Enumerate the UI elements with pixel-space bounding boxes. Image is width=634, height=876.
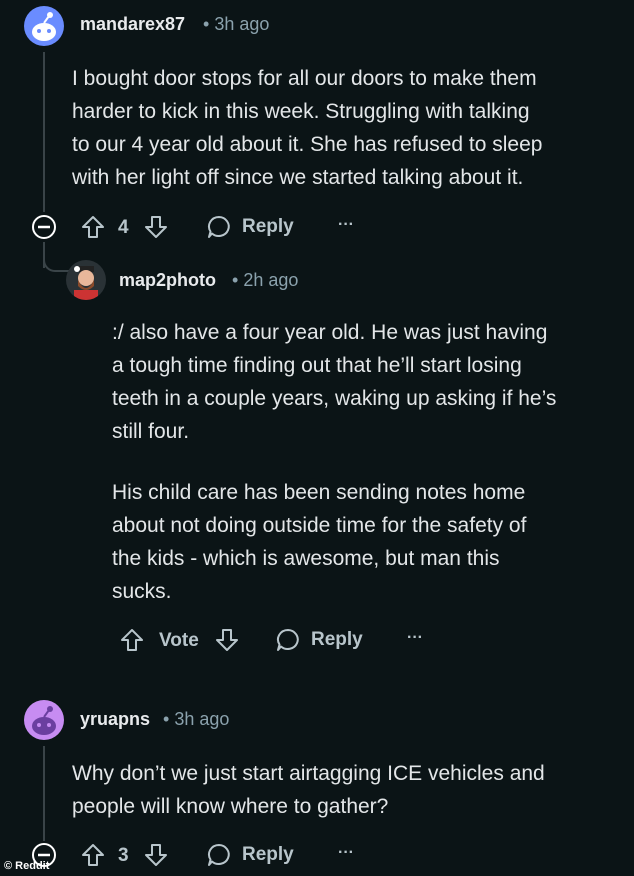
upvote-icon[interactable] bbox=[119, 627, 145, 653]
thread-line[interactable] bbox=[43, 746, 45, 841]
comment-bubble-icon bbox=[275, 627, 301, 653]
more-options-button[interactable]: ··· bbox=[338, 216, 354, 234]
separator-dot: • bbox=[163, 709, 170, 729]
comment-bubble-icon bbox=[206, 214, 232, 240]
text-line: still four. bbox=[112, 420, 190, 443]
thread-line[interactable] bbox=[43, 52, 45, 212]
downvote-icon[interactable] bbox=[143, 842, 169, 868]
timestamp-text: 3h ago bbox=[174, 709, 230, 729]
more-options-button[interactable]: ··· bbox=[407, 629, 423, 647]
comment-body: I bought door stops for all our doors to… bbox=[72, 62, 542, 194]
username[interactable]: yruapns bbox=[80, 709, 150, 730]
text-line: to our 4 year old about it. She has refu… bbox=[72, 133, 543, 156]
downvote-icon[interactable] bbox=[143, 214, 169, 240]
text-line: sucks. bbox=[112, 580, 172, 603]
separator-dot: • bbox=[203, 14, 210, 34]
reply-label: Reply bbox=[242, 216, 294, 237]
timestamp-text: 2h ago bbox=[243, 270, 299, 290]
username[interactable]: map2photo bbox=[119, 270, 216, 291]
timestamp-text: 3h ago bbox=[214, 14, 270, 34]
text-line: the kids - which is awesome, but man thi… bbox=[112, 547, 500, 570]
avatar[interactable] bbox=[24, 6, 64, 46]
comment-body: :/ also have a four year old. He was jus… bbox=[112, 316, 556, 448]
vote-label: Vote bbox=[159, 630, 199, 651]
text-line: a tough time finding out that he’ll star… bbox=[112, 354, 522, 377]
reply-label: Reply bbox=[242, 844, 294, 865]
avatar[interactable] bbox=[24, 700, 64, 740]
separator-dot: • bbox=[232, 270, 239, 290]
more-options-button[interactable]: ··· bbox=[338, 844, 354, 862]
text-line: teeth in a couple years, waking up askin… bbox=[112, 387, 557, 410]
thread-branch bbox=[43, 252, 69, 272]
timestamp: • 3h ago bbox=[163, 709, 229, 730]
downvote-icon[interactable] bbox=[214, 627, 240, 653]
text-line: with her light off since we started talk… bbox=[72, 166, 524, 189]
text-line: I bought door stops for all our doors to… bbox=[72, 67, 537, 90]
upvote-icon[interactable] bbox=[80, 842, 106, 868]
timestamp: • 2h ago bbox=[232, 270, 298, 291]
comment-body: Why don’t we just start airtagging ICE v… bbox=[72, 757, 545, 823]
collapse-icon[interactable] bbox=[31, 214, 57, 240]
reply-button[interactable]: Reply bbox=[206, 842, 294, 868]
upvote-icon[interactable] bbox=[80, 214, 106, 240]
watermark: © Reddit bbox=[4, 860, 50, 872]
username[interactable]: mandarex87 bbox=[80, 14, 185, 35]
text-line: about not doing outside time for the saf… bbox=[112, 514, 527, 537]
text-line: :/ also have a four year old. He was jus… bbox=[112, 321, 548, 344]
score: 4 bbox=[118, 217, 129, 238]
score: 3 bbox=[118, 845, 129, 866]
reply-button[interactable]: Reply bbox=[275, 627, 363, 653]
comment-body: His child care has been sending notes ho… bbox=[112, 476, 526, 608]
text-line: His child care has been sending notes ho… bbox=[112, 481, 526, 504]
timestamp: • 3h ago bbox=[203, 14, 269, 35]
reply-button[interactable]: Reply bbox=[206, 214, 294, 240]
comment-bubble-icon bbox=[206, 842, 232, 868]
text-line: people will know where to gather? bbox=[72, 795, 389, 818]
text-line: Why don’t we just start airtagging ICE v… bbox=[72, 762, 545, 785]
text-line: harder to kick in this week. Struggling … bbox=[72, 100, 530, 123]
avatar[interactable] bbox=[66, 260, 106, 300]
reply-label: Reply bbox=[311, 629, 363, 650]
